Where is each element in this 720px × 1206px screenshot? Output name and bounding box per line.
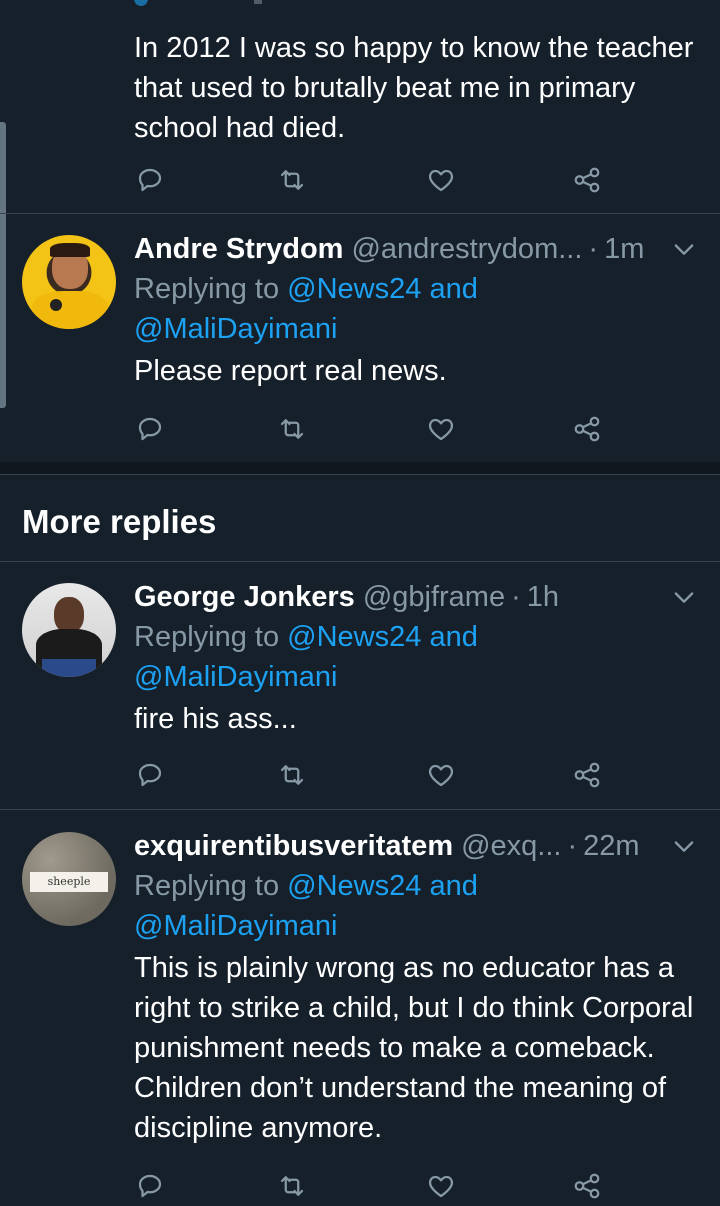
like-button[interactable] [421, 409, 461, 449]
retweet-button[interactable] [272, 409, 312, 449]
display-name[interactable]: exquirentibusveritatem [134, 826, 453, 866]
replying-to: Replying to @News24 and [134, 617, 698, 657]
share-button[interactable] [567, 755, 607, 795]
mention-malidayimani[interactable]: @MaliDayimani [134, 661, 337, 693]
chevron-down-icon[interactable] [670, 832, 698, 860]
handle[interactable]: @gbjframe [363, 577, 505, 617]
like-icon [426, 760, 456, 790]
separator: · [588, 233, 599, 265]
share-icon [572, 165, 602, 195]
share-icon [572, 760, 602, 790]
retweet-icon [277, 165, 307, 195]
tweet-2[interactable]: Andre Strydom @andrestrydom... · 1m Repl… [0, 213, 720, 462]
avatar-label: sheeple [47, 875, 91, 888]
timestamp[interactable]: 1h [527, 577, 559, 617]
reply-button[interactable] [130, 1166, 170, 1206]
tweet-text: This is plainly wrong as no educator has… [134, 952, 694, 1144]
handle[interactable]: @exq... [461, 826, 561, 866]
like-button[interactable] [421, 160, 461, 200]
avatar[interactable]: sheeple [22, 832, 116, 926]
reply-icon [135, 165, 165, 195]
mention-news24[interactable]: @News24 [287, 870, 421, 902]
tweet-actions [134, 409, 614, 449]
chevron-down-icon[interactable] [670, 583, 698, 611]
separator: · [567, 830, 578, 862]
reply-icon [135, 760, 165, 790]
timestamp[interactable]: 22m [583, 826, 639, 866]
replying-to-label: Replying to [134, 621, 280, 653]
retweet-icon [277, 760, 307, 790]
avatar[interactable] [22, 235, 116, 329]
reply-icon [135, 414, 165, 444]
tweet-header: Andre Strydom @andrestrydom... · 1m [134, 229, 698, 269]
retweet-icon [277, 1171, 307, 1201]
tweet-header: exquirentibusveritatem @exq... · 22m [134, 826, 698, 866]
share-button[interactable] [567, 1166, 607, 1206]
like-button[interactable] [421, 1166, 461, 1206]
reply-button[interactable] [130, 755, 170, 795]
mention-news24[interactable]: @News24 [287, 621, 421, 653]
tweet-3[interactable]: George Jonkers @gbjframe · 1h Replying t… [0, 561, 720, 810]
mention-malidayimani[interactable]: @MaliDayimani [134, 313, 337, 345]
reply-button[interactable] [130, 409, 170, 449]
and-others-link[interactable]: and [429, 621, 477, 653]
display-name[interactable]: Andre Strydom [134, 229, 343, 269]
tweet-text: In 2012 I was so happy to know the teach… [134, 32, 694, 144]
tweet-actions [134, 1166, 614, 1206]
and-others-link[interactable]: and [429, 870, 477, 902]
retweet-button[interactable] [272, 755, 312, 795]
tweet-4[interactable]: sheeple exquirentibusveritatem @exq... ·… [0, 810, 720, 1190]
tweet-header: George Jonkers @gbjframe · 1h [134, 577, 698, 617]
handle[interactable]: @andrestrydom... [351, 229, 582, 269]
replying-to: Replying to @News24 and [134, 269, 698, 309]
share-icon [572, 1171, 602, 1201]
retweet-button[interactable] [272, 1166, 312, 1206]
replying-to-label: Replying to [134, 273, 280, 305]
replying-to: Replying to @News24 and [134, 866, 698, 906]
retweet-button[interactable] [272, 160, 312, 200]
like-icon [426, 414, 456, 444]
tweet-text: Please report real news. [134, 355, 447, 387]
section-title: More replies [22, 503, 217, 540]
share-icon [572, 414, 602, 444]
tweet-text: fire his ass... [134, 703, 297, 735]
and-others-link[interactable]: and [429, 273, 477, 305]
chevron-down-icon[interactable] [670, 235, 698, 263]
tweet-actions [134, 755, 614, 795]
like-button[interactable] [421, 755, 461, 795]
display-name[interactable]: George Jonkers [134, 577, 355, 617]
share-button[interactable] [567, 160, 607, 200]
separator: · [511, 581, 521, 613]
more-replies-header: More replies [0, 474, 720, 562]
mention-news24[interactable]: @News24 [287, 273, 421, 305]
avatar[interactable] [22, 583, 116, 677]
reply-button[interactable] [130, 160, 170, 200]
tweet-actions [134, 160, 614, 200]
reply-icon [135, 1171, 165, 1201]
retweet-icon [277, 414, 307, 444]
replying-to-label: Replying to [134, 870, 280, 902]
share-button[interactable] [567, 409, 607, 449]
mention-malidayimani[interactable]: @MaliDayimani [134, 910, 337, 942]
tweet-1[interactable]: In 2012 I was so happy to know the teach… [0, 0, 720, 214]
like-icon [426, 165, 456, 195]
timestamp[interactable]: 1m [604, 229, 644, 269]
section-gap [0, 462, 720, 474]
cut-off-header [134, 0, 394, 14]
like-icon [426, 1171, 456, 1201]
